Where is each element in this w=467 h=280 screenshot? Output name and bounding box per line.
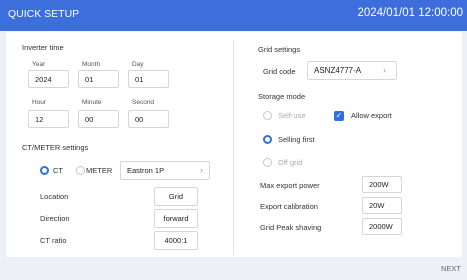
ct-meter-heading: CT/METER settings — [22, 143, 89, 152]
location-field[interactable]: Grid — [154, 187, 198, 206]
chevron-right-icon: › — [383, 65, 386, 75]
day-input[interactable]: 01 — [128, 70, 169, 88]
export-calibration-input[interactable]: 20W — [362, 197, 402, 214]
header-bar: QUICK SETUP 2024/01/01 12:00:00 — [0, 0, 467, 31]
minute-input[interactable]: 00 — [78, 110, 119, 128]
month-label: Month — [82, 61, 101, 68]
selling-first-radio[interactable] — [263, 135, 272, 144]
allow-export-checkbox[interactable]: ✓ — [334, 111, 344, 121]
meter-radio[interactable] — [76, 166, 85, 175]
hour-input[interactable]: 12 — [28, 110, 69, 128]
grid-code-label: Grid code — [263, 67, 296, 76]
second-input[interactable]: 00 — [128, 110, 169, 128]
allow-export-label: Allow export — [351, 111, 392, 120]
direction-field[interactable]: forward — [154, 209, 198, 228]
chevron-right-icon: › — [200, 165, 203, 175]
storage-mode-heading: Storage mode — [258, 92, 306, 101]
self-use-radio[interactable] — [263, 111, 272, 120]
peak-shaving-input[interactable]: 2000W — [362, 218, 402, 235]
self-use-label: Self-use — [278, 111, 306, 120]
grid-code-value: ASNZ4777-A — [314, 66, 362, 75]
meter-radio-label: METER — [86, 166, 113, 175]
next-button[interactable]: NEXT — [441, 264, 461, 273]
off-grid-label: Off grid — [278, 158, 303, 167]
day-label: Day — [132, 61, 144, 68]
meter-model-select[interactable]: Eastron 1P › — [120, 161, 210, 180]
column-divider — [233, 40, 234, 255]
selling-first-label: Selling first — [278, 135, 315, 144]
off-grid-radio[interactable] — [263, 158, 272, 167]
meter-model-value: Eastron 1P — [127, 166, 165, 175]
ct-ratio-label: CT ratio — [40, 236, 67, 245]
ct-ratio-field[interactable]: 4000:1 — [154, 231, 198, 250]
year-label: Year — [32, 61, 46, 68]
max-export-input[interactable]: 200W — [362, 176, 402, 193]
year-input[interactable]: 2024 — [28, 70, 69, 88]
ct-radio[interactable] — [40, 166, 49, 175]
minute-label: Minute — [82, 99, 102, 106]
grid-code-select[interactable]: ASNZ4777-A › — [307, 61, 397, 80]
peak-shaving-label: Grid Peak shaving — [260, 223, 322, 232]
datetime-display: 2024/01/01 12:00:00 — [357, 7, 463, 19]
second-label: Second — [132, 99, 155, 106]
month-input[interactable]: 01 — [78, 70, 119, 88]
grid-settings-heading: Grid settings — [258, 45, 301, 54]
ct-radio-label: CT — [53, 166, 63, 175]
inverter-time-heading: Inverter time — [22, 43, 64, 52]
direction-label: Direction — [40, 214, 70, 223]
max-export-label: Max export power — [260, 181, 320, 190]
hour-label: Hour — [32, 99, 47, 106]
export-calibration-label: Export calibration — [260, 202, 318, 211]
page-title: QUICK SETUP — [8, 8, 80, 20]
location-label: Location — [40, 192, 69, 201]
